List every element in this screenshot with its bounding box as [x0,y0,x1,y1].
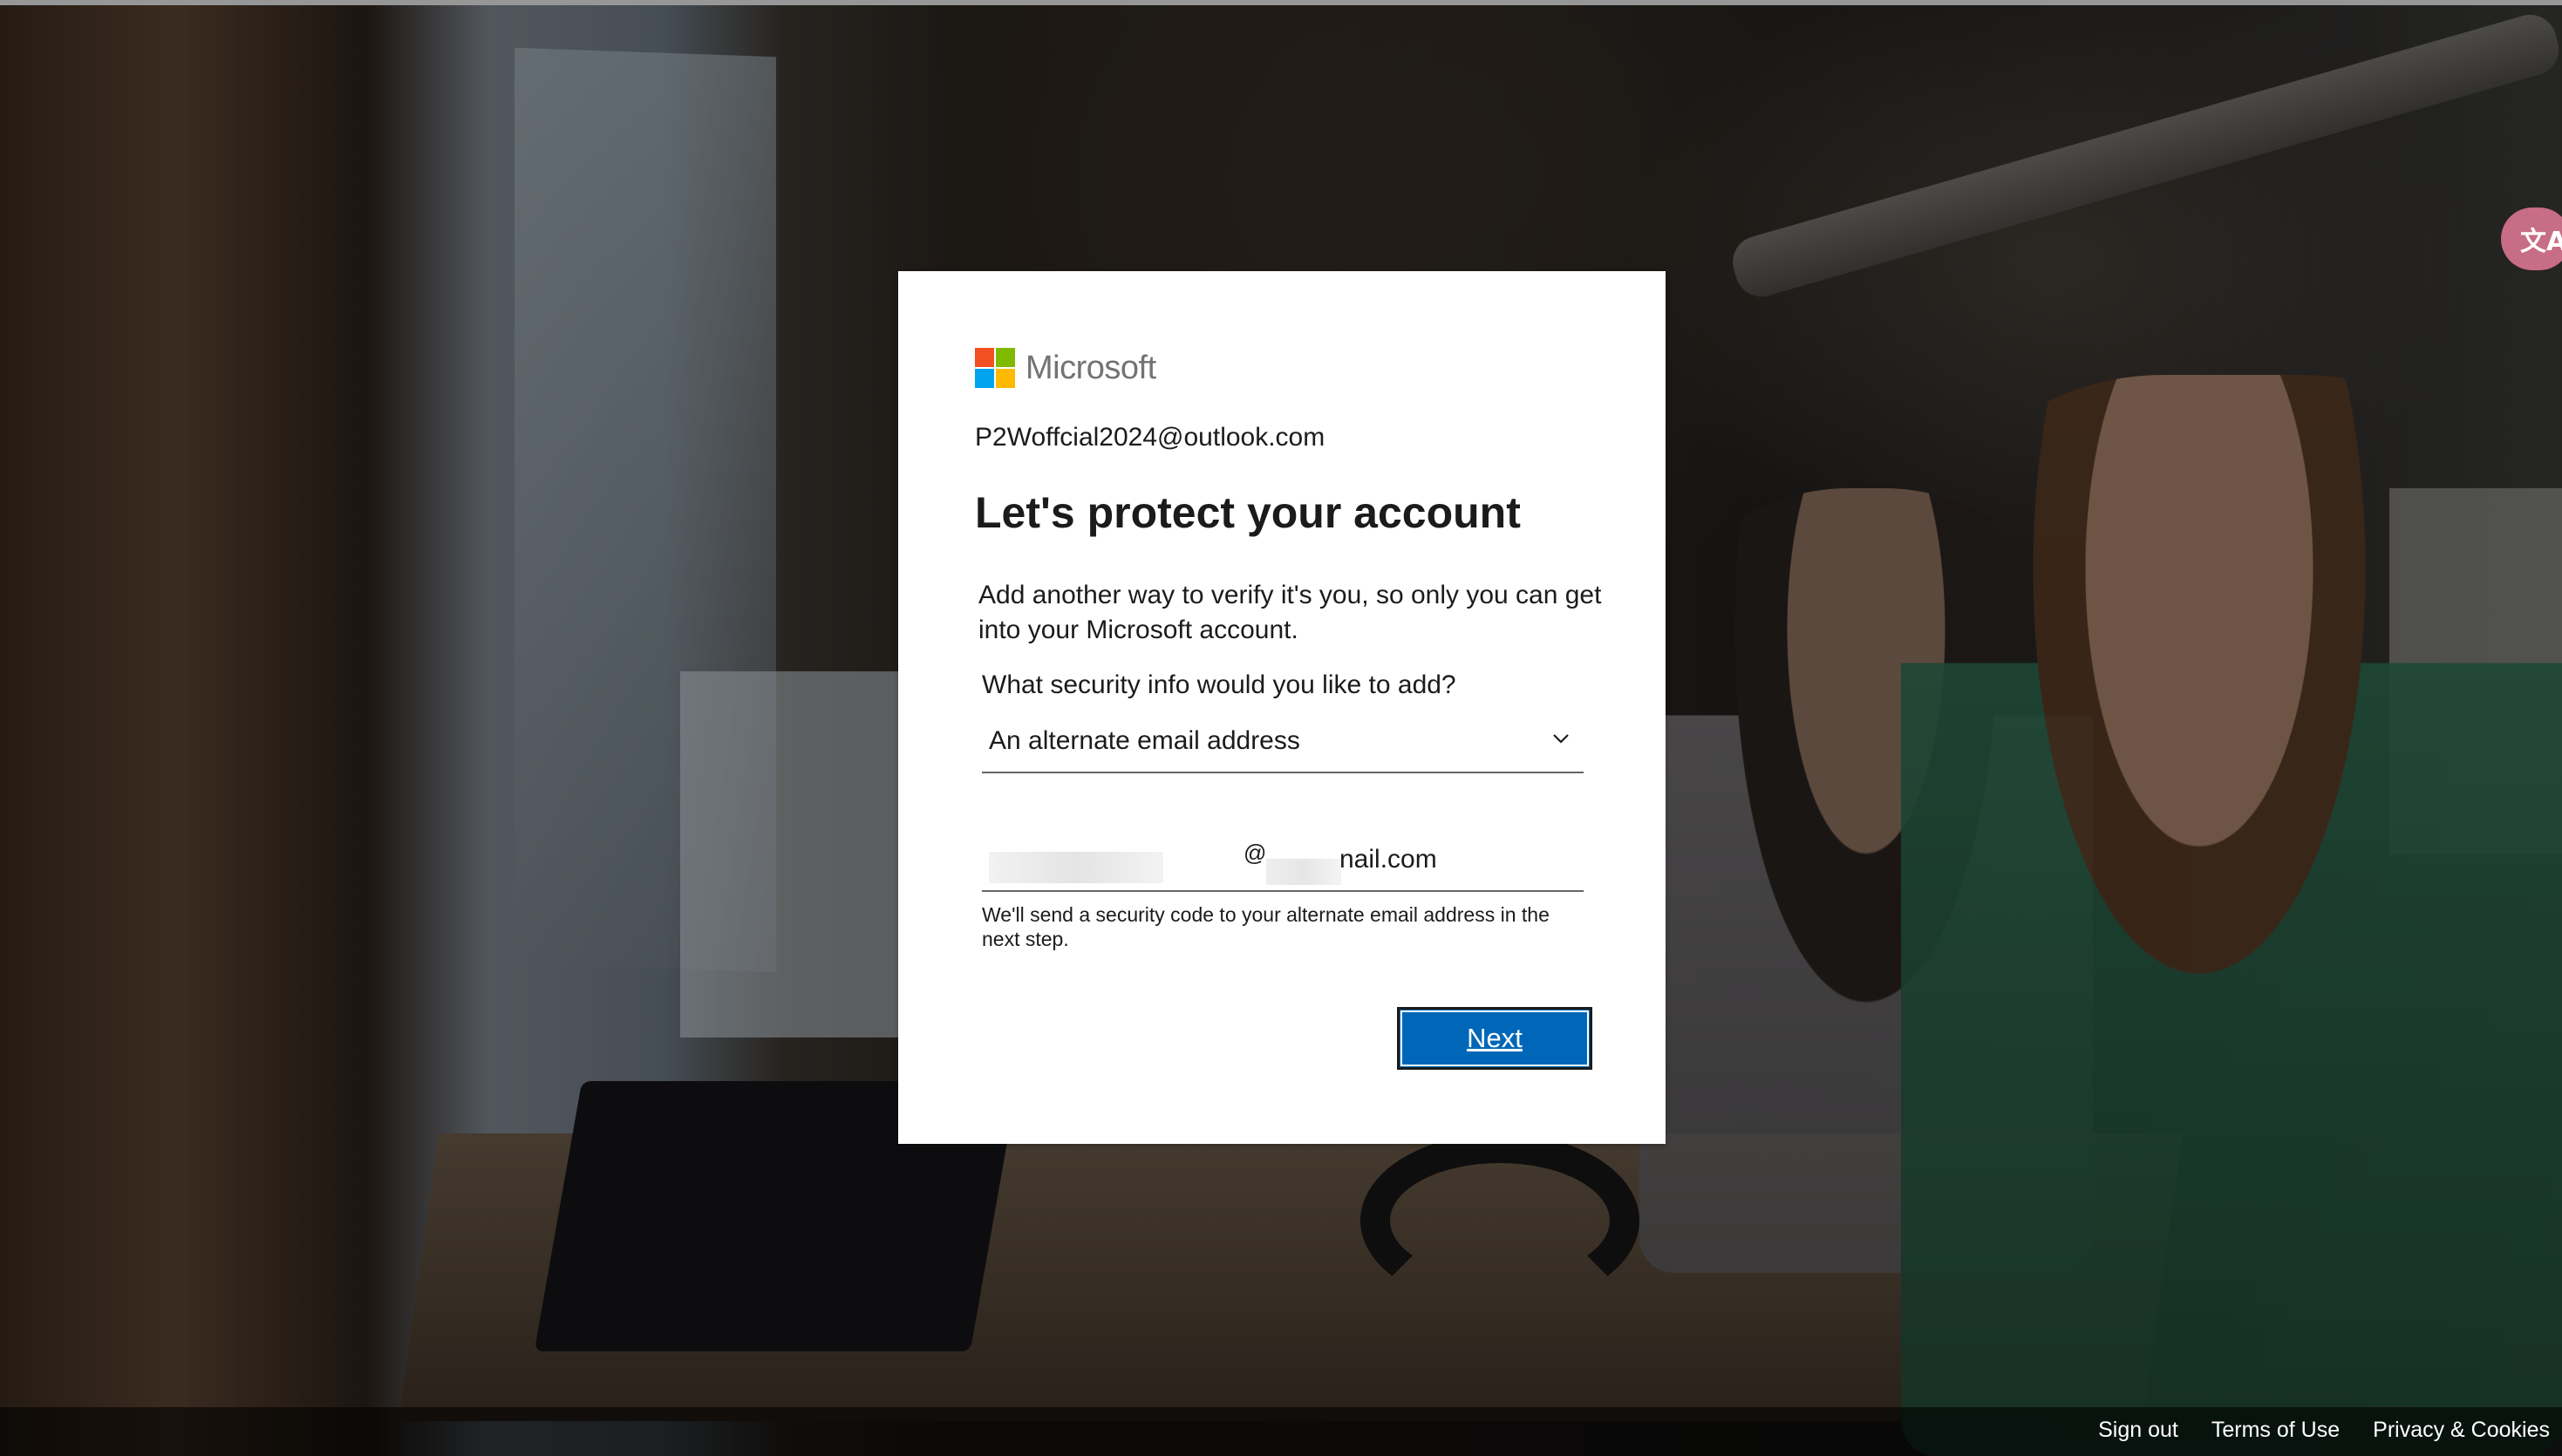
microsoft-logo: Microsoft [975,348,1156,388]
redacted-email-user [989,852,1163,883]
footer-bar: Sign out Terms of Use Privacy & Cookies [0,1407,2562,1456]
sign-out-link[interactable]: Sign out [2098,1418,2178,1443]
next-button[interactable]: Next [1397,1007,1592,1070]
chevron-down-icon [1553,734,1569,744]
footer-links: Sign out Terms of Use Privacy & Cookies [2098,1418,2550,1443]
logo-square-green [996,348,1015,367]
account-email: P2Woffcial2024@outlook.com [975,423,1325,452]
logo-square-blue [975,369,994,388]
translate-extension-button[interactable]: 文A [2501,208,2562,270]
privacy-cookies-link[interactable]: Privacy & Cookies [2373,1418,2550,1443]
microsoft-logo-icon [975,348,1015,388]
security-info-select[interactable]: An alternate email address [982,711,1584,773]
security-info-question: What security info would you like to add… [982,670,1456,699]
microsoft-logo-text: Microsoft [1025,349,1156,386]
page-title: Let's protect your account [975,488,1521,537]
email-domain-text: nail.com [1339,845,1437,874]
protect-account-dialog: Microsoft P2Woffcial2024@outlook.com Let… [898,271,1666,1144]
helper-text: We'll send a security code to your alter… [982,903,1550,950]
email-at-sign: @ [1244,840,1267,866]
redacted-email-domain [1266,859,1341,885]
translate-icon: 文A [2520,227,2562,257]
logo-square-red [975,348,994,367]
security-info-selected-value: An alternate email address [989,726,1300,755]
logo-square-yellow [996,369,1015,388]
page-description: Add another way to verify it's you, so o… [978,581,1602,644]
terms-of-use-link[interactable]: Terms of Use [2211,1418,2340,1443]
alternate-email-field[interactable]: @ nail.com [982,829,1584,892]
